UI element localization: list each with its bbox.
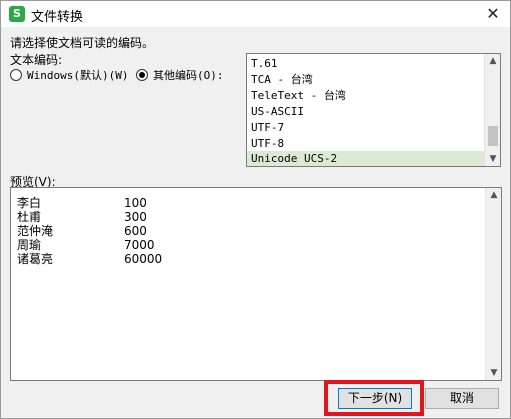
preview-value: 7000: [124, 238, 155, 252]
encoding-list-item[interactable]: T.61: [247, 56, 485, 72]
close-button[interactable]: ✕: [482, 4, 504, 24]
encoding-list-item-selected[interactable]: Unicode UCS-2: [247, 151, 485, 166]
other-encoding-radio-label: 其他编码(O):: [153, 69, 224, 82]
next-step-button[interactable]: 下一步(N): [338, 388, 412, 409]
preview-value: 600: [124, 224, 147, 238]
encoding-list-item[interactable]: UTF-7: [247, 120, 485, 136]
encoding-list-item[interactable]: TeleText - 台湾: [247, 88, 485, 104]
scroll-up-arrow-icon[interactable]: ▲: [486, 188, 501, 202]
encoding-list-scrollbar[interactable]: ▲ ▼: [484, 54, 500, 166]
other-encoding-radio-option[interactable]: 其他编码(O):: [136, 67, 224, 83]
preview-name: 诸葛亮: [17, 252, 54, 266]
preview-scrollbar[interactable]: ▲ ▼: [485, 188, 501, 380]
scroll-down-arrow-icon[interactable]: ▼: [486, 366, 501, 380]
encoding-list-item[interactable]: UTF-8: [247, 136, 485, 152]
instruction-text: 请选择使文档可读的编码。: [10, 36, 155, 50]
wps-app-icon: S: [9, 6, 25, 22]
title-bar: S 文件转换 ✕: [1, 1, 510, 27]
cancel-button[interactable]: 取消: [425, 388, 499, 409]
preview-name: 范仲淹: [17, 224, 54, 238]
preview-textbox[interactable]: 李白 100 杜甫 300 范仲淹 600 周瑜 7000 诸葛亮 60000 …: [10, 187, 502, 381]
file-conversion-dialog: S 文件转换 ✕ 请选择使文档可读的编码。 文本编码: Windows(默认)(…: [0, 0, 511, 419]
preview-name: 杜甫: [17, 210, 42, 224]
encoding-list-item[interactable]: TCA - 台湾: [247, 72, 485, 88]
preview-name: 李白: [17, 196, 42, 210]
preview-value: 300: [124, 210, 147, 224]
preview-name: 周瑜: [17, 238, 42, 252]
scroll-up-arrow-icon[interactable]: ▲: [485, 54, 500, 68]
scroll-thumb[interactable]: [488, 126, 498, 146]
preview-value: 100: [124, 196, 147, 210]
text-encoding-label: 文本编码:: [10, 53, 63, 67]
other-encoding-radio[interactable]: [136, 69, 148, 81]
encoding-listbox[interactable]: T.61 TCA - 台湾 TeleText - 台湾 US-ASCII UTF…: [246, 53, 501, 167]
windows-default-radio[interactable]: [10, 69, 22, 81]
preview-value: 60000: [124, 252, 163, 266]
window-title: 文件转换: [31, 10, 84, 25]
encoding-list-item[interactable]: US-ASCII: [247, 104, 485, 120]
windows-default-radio-label: Windows(默认)(W): [27, 69, 129, 82]
scroll-down-arrow-icon[interactable]: ▼: [485, 152, 500, 166]
windows-default-radio-option[interactable]: Windows(默认)(W): [10, 67, 128, 83]
